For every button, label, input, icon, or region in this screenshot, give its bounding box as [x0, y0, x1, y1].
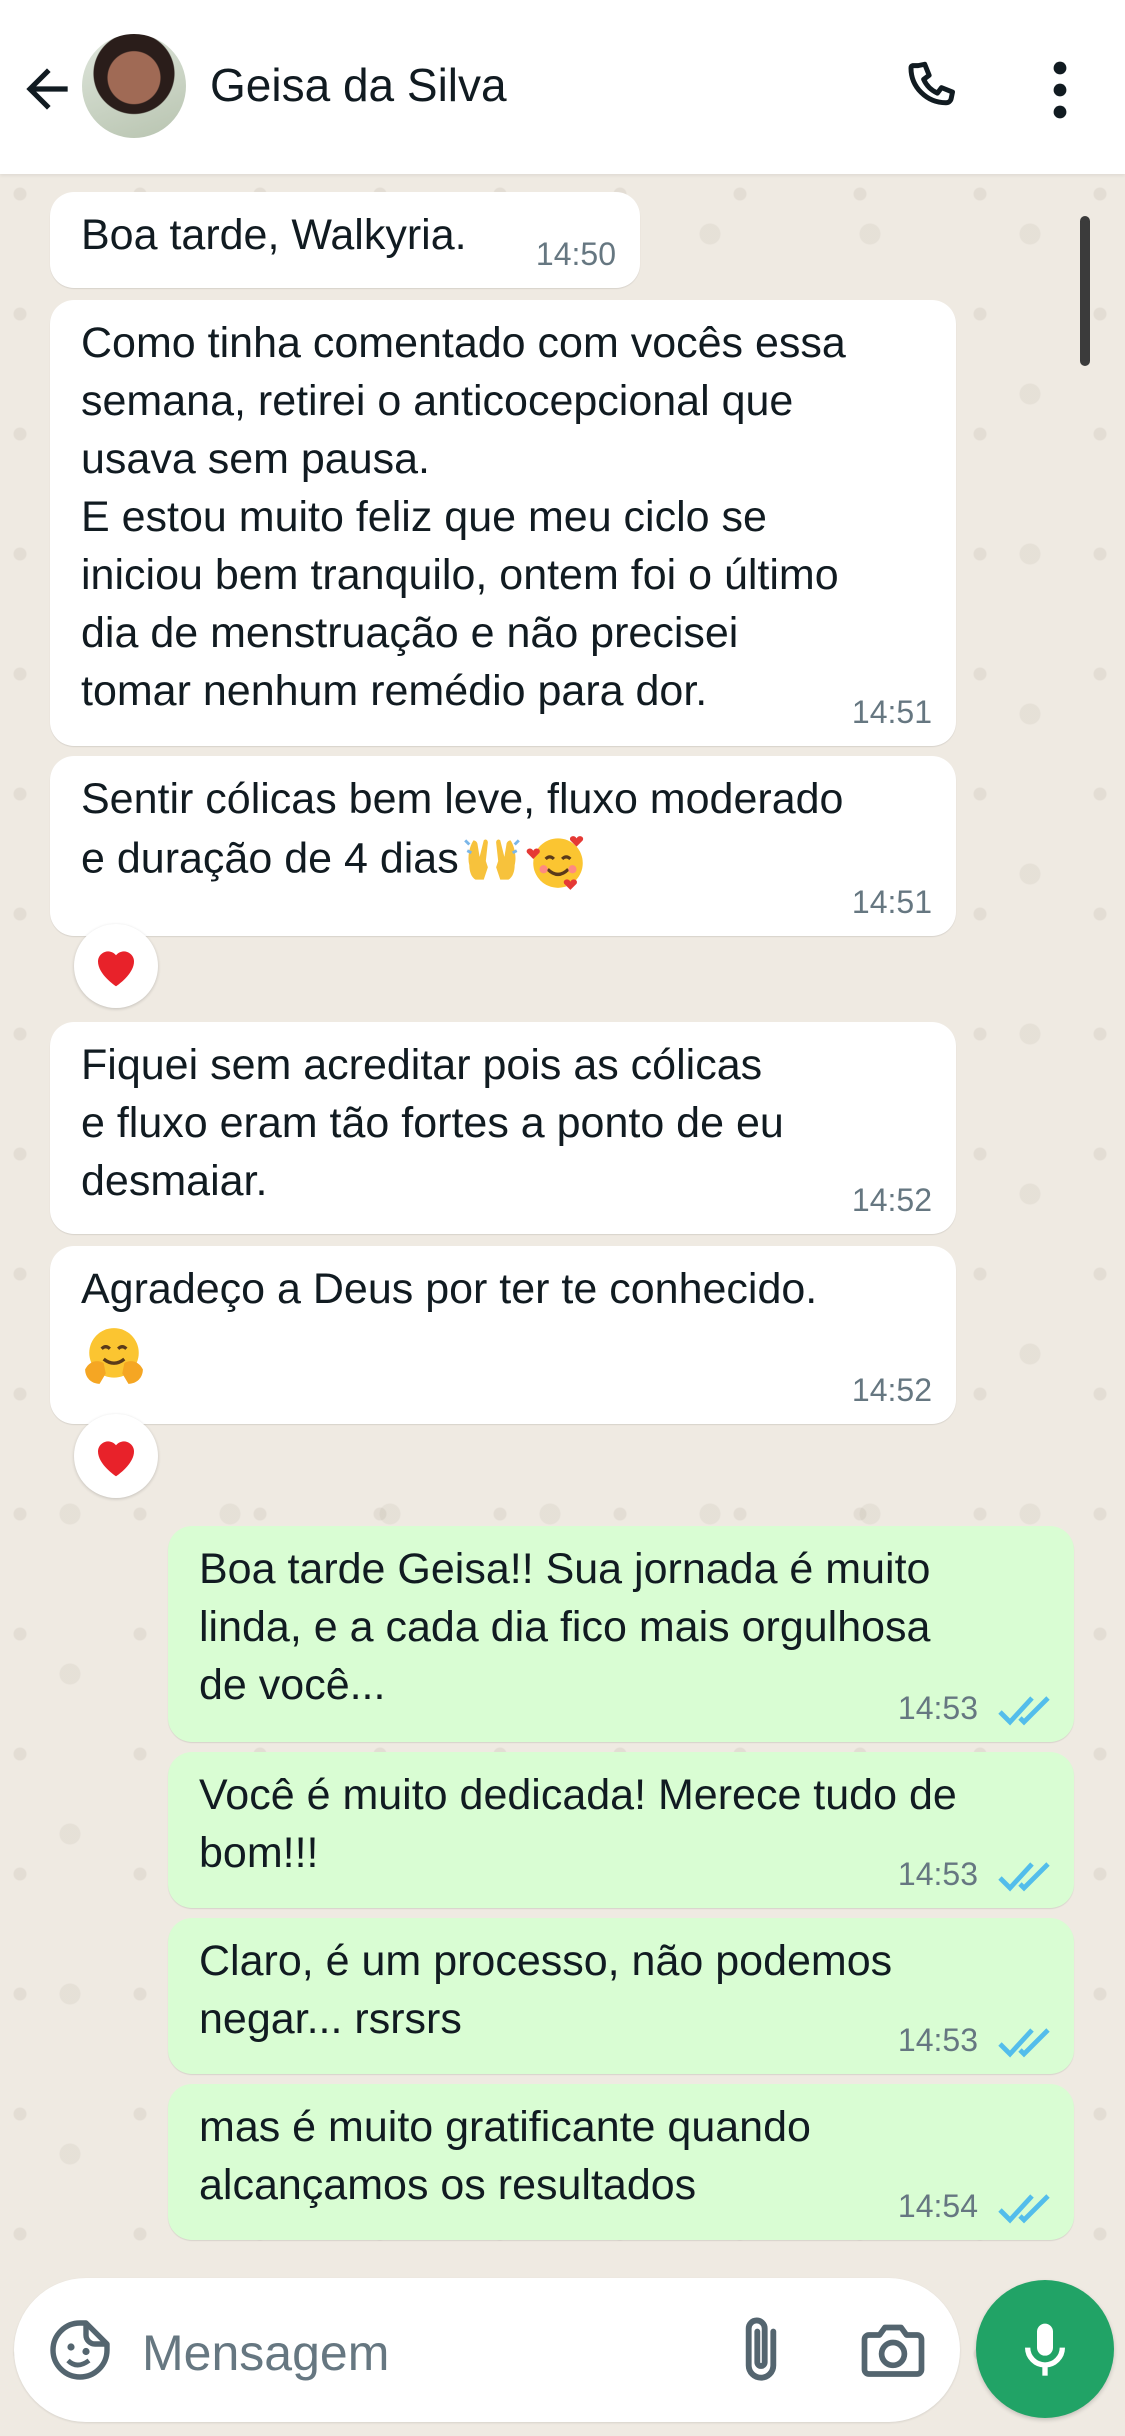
sticker-icon — [50, 2320, 110, 2380]
message-text: Claro, é um processo, não podemos negar.… — [199, 1937, 893, 2043]
message-time: 14:51 — [851, 694, 932, 730]
message-text: Boa tarde, Walkyria. — [81, 211, 467, 259]
message-text: Boa tarde Geisa!! Sua jornada é muito li… — [199, 1545, 931, 1709]
message-time: 14:53 — [897, 1856, 978, 1892]
message-time: 14:51 — [851, 884, 932, 920]
message-text: Agradeço a Deus por ter te conhecido. — [81, 1260, 817, 1390]
contact-name[interactable]: Geisa da Silva — [210, 58, 507, 112]
microphone-icon — [1025, 2323, 1065, 2376]
attach-button[interactable] — [724, 2310, 798, 2390]
message-text: mas é muito gratificante quando alcançam… — [199, 2103, 811, 2209]
read-receipt-icon — [998, 2194, 1050, 2224]
message-composer — [14, 2278, 960, 2422]
reaction-badge[interactable] — [74, 1414, 158, 1498]
message-time: 14:52 — [851, 1372, 932, 1408]
message-bubble-incoming[interactable]: Sentir cólicas bem leve, fluxo moderado … — [50, 756, 956, 936]
heart-icon — [98, 1441, 134, 1477]
paperclip-icon — [745, 2317, 777, 2381]
camera-icon — [861, 2324, 925, 2377]
message-bubble-outgoing[interactable]: Você é muito dedicada! Merece tudo de bo… — [168, 1752, 1074, 1908]
message-bubble-outgoing[interactable]: Boa tarde Geisa!! Sua jornada é muito li… — [168, 1526, 1074, 1742]
reaction-badge[interactable] — [74, 924, 158, 1008]
message-input[interactable] — [140, 2322, 704, 2384]
camera-button[interactable] — [856, 2314, 930, 2386]
voice-call-button[interactable] — [900, 56, 966, 122]
read-receipt-icon — [998, 2028, 1050, 2058]
message-bubble-incoming[interactable]: Como tinha comentado com vocês essa sema… — [50, 300, 956, 746]
message-bubble-incoming[interactable]: Fiquei sem acreditar pois as cólicas e f… — [50, 1022, 956, 1234]
arrow-left-icon — [26, 68, 68, 110]
chat-header: Geisa da Silva — [0, 0, 1125, 174]
sticker-button[interactable] — [44, 2314, 116, 2386]
more-options-button[interactable] — [1040, 58, 1080, 122]
message-time: 14:53 — [897, 1690, 978, 1726]
message-time: 14:53 — [897, 2022, 978, 2058]
message-text: Como tinha comentado com vocês essa sema… — [81, 319, 846, 715]
message-time: 14:50 — [535, 236, 616, 272]
scrollbar[interactable] — [1080, 216, 1090, 366]
message-time: 14:54 — [897, 2188, 978, 2224]
message-bubble-outgoing[interactable]: Claro, é um processo, não podemos negar.… — [168, 1918, 1074, 2074]
read-receipt-icon — [998, 1862, 1050, 1892]
hugging-face-icon — [85, 1328, 143, 1384]
message-text-content: Agradeço a Deus por ter te conhecido. — [81, 1265, 818, 1313]
avatar[interactable] — [82, 34, 186, 138]
message-bubble-outgoing[interactable]: mas é muito gratificante quando alcançam… — [168, 2084, 1074, 2240]
message-text: Fiquei sem acreditar pois as cólicas e f… — [81, 1041, 784, 1205]
more-vertical-icon — [1053, 61, 1067, 119]
message-bubble-incoming[interactable]: Boa tarde, Walkyria. 14:50 — [50, 192, 640, 288]
read-receipt-icon — [998, 1696, 1050, 1726]
raising-hands-icon — [463, 839, 520, 880]
voice-message-button[interactable] — [976, 2280, 1114, 2418]
phone-icon — [908, 61, 955, 106]
message-text: Você é muito dedicada! Merece tudo de bo… — [199, 1771, 957, 1877]
back-button[interactable] — [16, 58, 78, 120]
smiling-face-with-hearts-icon — [526, 836, 583, 890]
message-bubble-incoming[interactable]: Agradeço a Deus por ter te conhecido. 14… — [50, 1246, 956, 1424]
message-time: 14:52 — [851, 1182, 932, 1218]
heart-icon — [98, 951, 134, 987]
message-text: Sentir cólicas bem leve, fluxo moderado … — [81, 770, 843, 894]
